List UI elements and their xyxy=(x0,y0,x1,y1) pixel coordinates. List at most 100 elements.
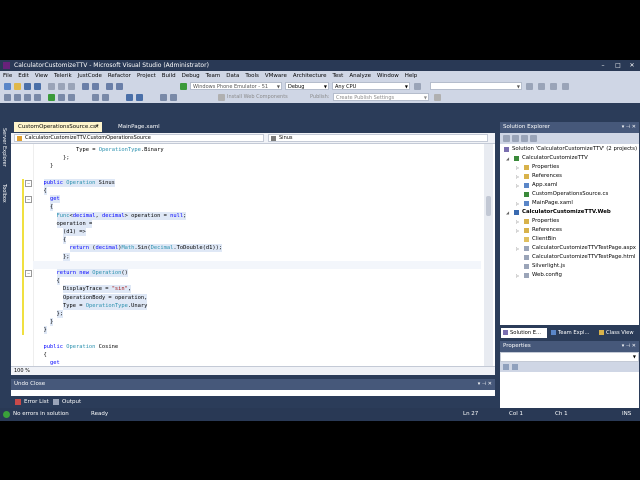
new-project-icon[interactable] xyxy=(4,83,11,90)
collapse-arrow-icon[interactable]: ◢ xyxy=(506,208,509,217)
menu-refactor[interactable]: Refactor xyxy=(105,71,134,81)
code-line[interactable]: OperationBody = operation, xyxy=(11,293,481,302)
refresh-icon[interactable] xyxy=(521,135,528,142)
web-components-icon[interactable] xyxy=(218,94,225,101)
menu-architecture[interactable]: Architecture xyxy=(290,71,330,81)
menu-help[interactable]: Help xyxy=(402,71,421,81)
prev-bookmark-icon[interactable] xyxy=(58,94,65,101)
code-line[interactable] xyxy=(11,335,481,343)
platform-dropdown[interactable]: Any CPU ▼ xyxy=(332,82,410,90)
redo-icon[interactable] xyxy=(92,83,99,90)
publish-settings-dropdown[interactable]: Create Publish Settings ▼ xyxy=(333,93,429,101)
expand-arrow-icon[interactable]: ▷ xyxy=(516,226,519,235)
code-line[interactable]: get xyxy=(11,359,481,366)
tab-class-view[interactable]: Class View xyxy=(597,328,638,338)
properties-icon[interactable] xyxy=(503,135,510,142)
menu-tools[interactable]: Tools xyxy=(242,71,262,81)
expand-arrow-icon[interactable]: ▷ xyxy=(516,199,519,208)
solution-explorer-header[interactable]: Solution Explorer ▾ ⊣ ✕ xyxy=(500,122,639,133)
categorized-icon[interactable] xyxy=(503,364,509,370)
find-combo[interactable]: ▼ xyxy=(430,82,522,90)
zoom-level[interactable]: 100 % xyxy=(14,367,30,375)
tab-team-explorer[interactable]: Team Expl... xyxy=(549,328,595,338)
save-icon[interactable] xyxy=(24,83,31,90)
panel-pin-icon[interactable]: ▾ ⊣ ✕ xyxy=(478,379,492,390)
menu-team[interactable]: Team xyxy=(203,71,224,81)
code-line[interactable]: (d1) => xyxy=(11,228,481,236)
navigate-forward-icon[interactable] xyxy=(116,83,123,90)
expand-arrow-icon[interactable]: ▷ xyxy=(516,172,519,181)
toolbox-icon[interactable] xyxy=(562,83,569,90)
expand-arrow-icon[interactable]: ▷ xyxy=(516,181,519,190)
solution-explorer-icon[interactable] xyxy=(538,83,545,90)
alphabetical-icon[interactable] xyxy=(512,364,518,370)
undo-close-panel-header[interactable]: Undo Close ▾ ⊣ ✕ xyxy=(11,379,495,390)
cut-icon[interactable] xyxy=(48,83,55,90)
panel-pin-icon[interactable]: ▾ ⊣ ✕ xyxy=(622,341,636,352)
layout-icon[interactable] xyxy=(160,94,167,101)
code-line[interactable]: Type = OperationType.Binary xyxy=(11,146,481,154)
save-all-icon[interactable] xyxy=(34,83,41,90)
code-line[interactable]: { xyxy=(11,203,481,212)
find-in-files-icon[interactable] xyxy=(526,83,533,90)
expand-arrow-icon[interactable]: ▷ xyxy=(516,271,519,280)
menu-view[interactable]: View xyxy=(32,71,51,81)
code-line[interactable]: return (decimal)Math.Sin(Decimal.ToDoubl… xyxy=(11,244,481,253)
toolbox-tab[interactable]: Toolbox xyxy=(1,184,7,203)
navigate-back-icon[interactable] xyxy=(106,83,113,90)
install-web-components-button[interactable]: Install Web Components xyxy=(227,93,288,102)
type-dropdown[interactable]: CalculatorCustomizeTTV.CustomOperationsS… xyxy=(14,134,264,142)
uncomment-icon[interactable] xyxy=(14,94,21,101)
menu-window[interactable]: Window xyxy=(374,71,402,81)
panel-pin-icon[interactable]: ▾ ⊣ ✕ xyxy=(622,122,636,133)
expand-arrow-icon[interactable]: ▷ xyxy=(516,163,519,172)
properties-header[interactable]: Properties ▾ ⊣ ✕ xyxy=(500,341,639,352)
close-button[interactable]: ✕ xyxy=(625,61,639,70)
code-line[interactable]: { xyxy=(11,277,481,286)
collapse-arrow-icon[interactable]: ◢ xyxy=(506,154,509,163)
code-line[interactable]: { xyxy=(11,187,481,195)
code-line[interactable]: return new Operation() xyxy=(11,269,481,277)
menu-test[interactable]: Test xyxy=(330,71,347,81)
code-line[interactable]: operation = xyxy=(11,219,481,228)
expand-arrow-icon[interactable]: ▷ xyxy=(516,244,519,253)
menu-project[interactable]: Project xyxy=(134,71,159,81)
menu-data[interactable]: Data xyxy=(223,71,242,81)
minimize-button[interactable]: – xyxy=(596,61,610,70)
paste-icon[interactable] xyxy=(68,83,75,90)
tab-main-page[interactable]: MainPage.xaml xyxy=(114,122,174,132)
show-all-files-icon[interactable] xyxy=(512,135,519,142)
tab-output[interactable]: Output xyxy=(51,397,81,407)
editor-vertical-scrollbar[interactable] xyxy=(484,144,493,366)
telerik-icon[interactable] xyxy=(126,94,133,101)
code-line[interactable]: }; xyxy=(11,154,481,162)
tab-custom-operations-source[interactable]: CustomOperationsSource.cs* ✕ xyxy=(14,122,102,132)
target-device-dropdown[interactable]: Windows Phone Emulator - 51 ▼ xyxy=(190,82,282,90)
code-line[interactable]: DisplayTrace = "sin", xyxy=(11,285,481,294)
code-line[interactable]: public Operation Sinus xyxy=(11,178,481,187)
format-icon[interactable] xyxy=(92,94,99,101)
tab-error-list[interactable]: Error List xyxy=(13,397,49,407)
tab-solution-explorer[interactable]: Solution E... xyxy=(501,328,547,338)
code-line[interactable]: get xyxy=(11,195,481,204)
close-icon[interactable]: ✕ xyxy=(95,122,99,132)
member-dropdown[interactable]: Sinus xyxy=(268,134,488,142)
open-file-icon[interactable] xyxy=(14,83,21,90)
menu-edit[interactable]: Edit xyxy=(15,71,32,81)
properties-object-dropdown[interactable]: ▼ xyxy=(500,352,639,362)
menu-telerik[interactable]: Telerik xyxy=(51,71,75,81)
menu-justcode[interactable]: JustCode xyxy=(75,71,105,81)
comment-icon[interactable] xyxy=(4,94,11,101)
code-line[interactable] xyxy=(11,171,481,179)
code-line[interactable]: { xyxy=(11,351,481,359)
layout-icon-2[interactable] xyxy=(170,94,177,101)
undo-icon[interactable] xyxy=(82,83,89,90)
justcode-icon[interactable] xyxy=(136,94,143,101)
start-debugging-icon[interactable] xyxy=(180,83,187,90)
menu-build[interactable]: Build xyxy=(159,71,179,81)
code-line[interactable]: public Operation Cosine xyxy=(11,343,481,351)
code-line[interactable]: }; xyxy=(11,310,481,318)
outdent-icon[interactable] xyxy=(34,94,41,101)
publish-icon[interactable] xyxy=(434,94,441,101)
menu-file[interactable]: File xyxy=(0,71,15,81)
